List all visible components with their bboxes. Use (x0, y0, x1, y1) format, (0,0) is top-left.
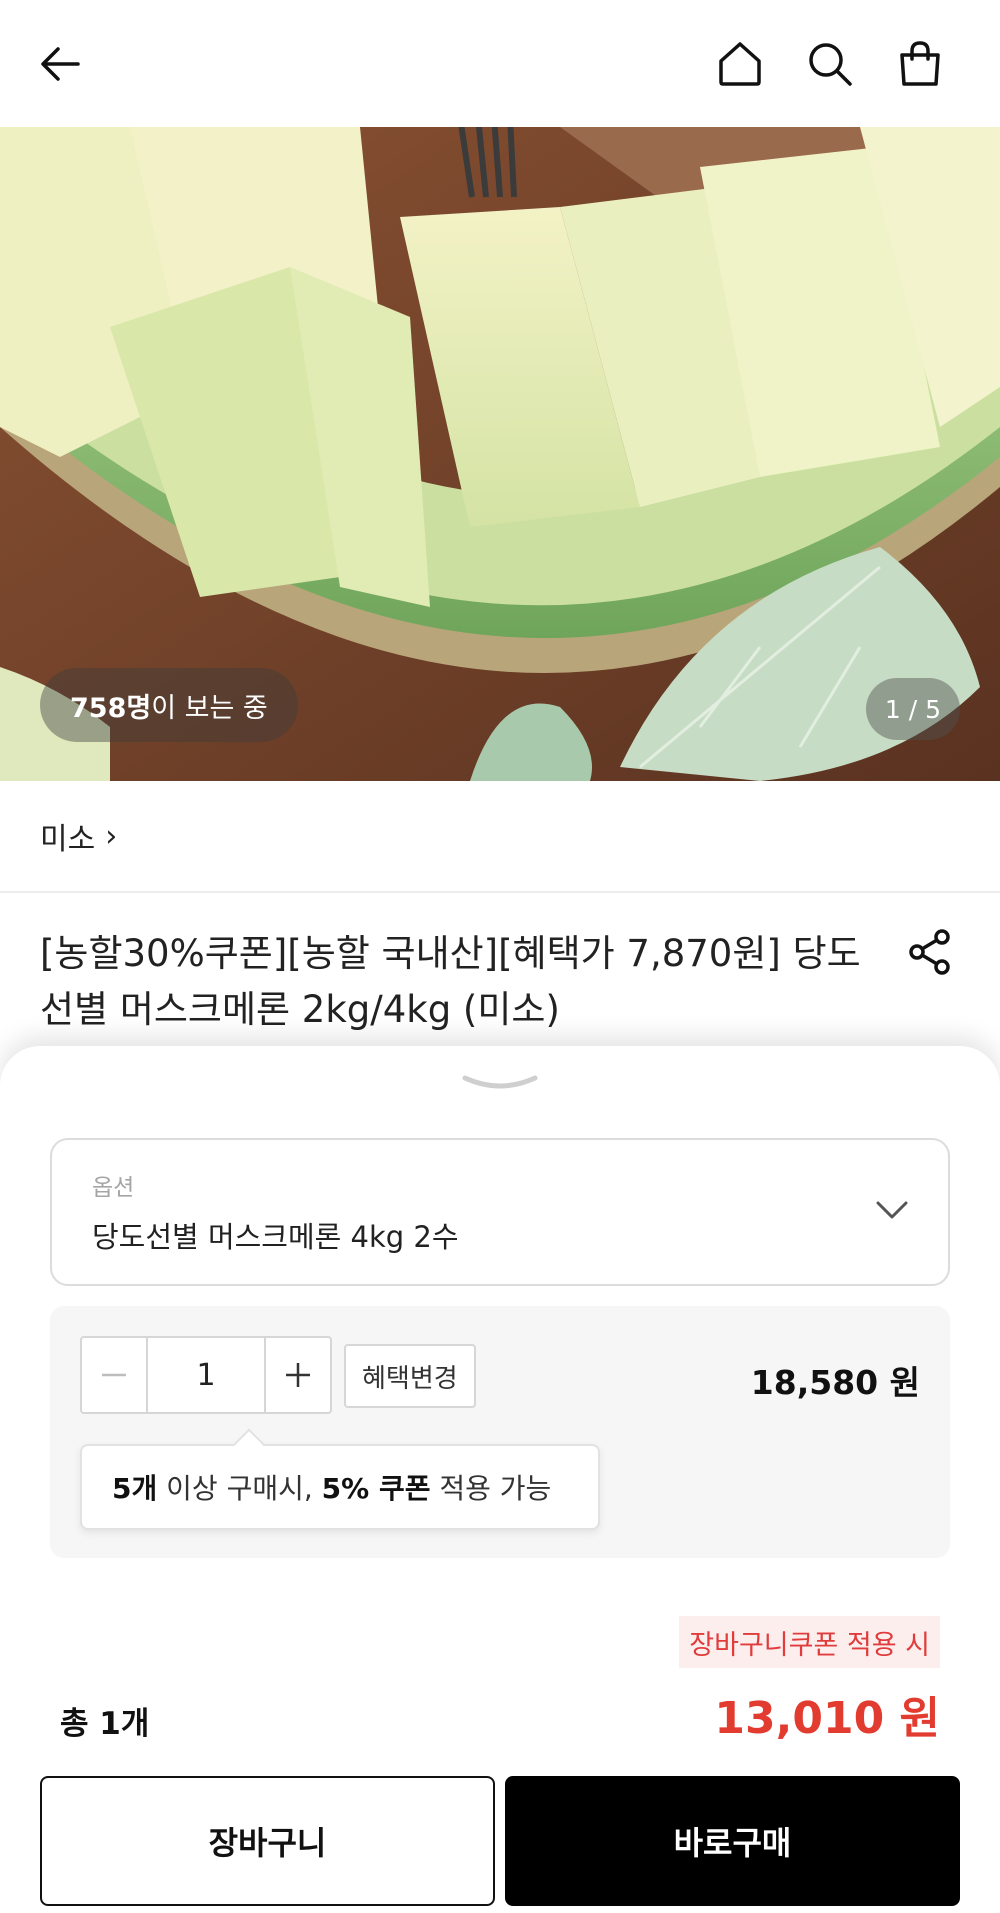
selected-item-panel: 1 혜택변경 18,580 원 5개 이상 구매시, 5% 쿠폰 적용 가능 (50, 1306, 950, 1558)
chevron-down-icon (462, 1075, 538, 1089)
option-label: 옵션 (92, 1175, 135, 1201)
minus-icon (102, 1373, 126, 1377)
total-quantity: 총 1개 (60, 1706, 150, 1742)
quantity-stepper: 1 (80, 1336, 332, 1414)
top-navigation-bar (0, 0, 1000, 127)
chevron-right-icon: › (105, 818, 118, 854)
brand-name: 미소 (40, 822, 96, 857)
sheet-collapse-handle[interactable] (457, 1066, 543, 1106)
home-icon (719, 42, 761, 86)
plus-icon (286, 1363, 310, 1387)
viewer-count-suffix: 이 보는 중 (151, 692, 268, 724)
share-button[interactable] (898, 920, 962, 984)
increase-quantity-button[interactable] (264, 1338, 330, 1412)
bulk-coupon-tooltip: 5개 이상 구매시, 5% 쿠폰 적용 가능 (80, 1428, 600, 1530)
tooltip-text-2: 적용 가능 (430, 1472, 552, 1505)
home-button[interactable] (708, 32, 772, 96)
arrow-left-icon (41, 47, 80, 81)
tooltip-text-1: 이상 구매시, (157, 1472, 322, 1505)
change-benefit-button[interactable]: 혜택변경 (344, 1344, 476, 1408)
search-button[interactable] (798, 32, 862, 96)
back-button[interactable] (28, 32, 92, 96)
cart-coupon-badge: 장바구니쿠폰 적용 시 (679, 1616, 940, 1668)
total-price: 13,010 원 (714, 1693, 940, 1744)
option-selected-value: 당도선별 머스크메론 4kg 2수 (92, 1220, 459, 1254)
purchase-bottom-sheet: 옵션 당도선별 머스크메론 4kg 2수 1 혜택변경 18,580 원 5개 … (0, 1046, 1000, 1913)
product-title: [농할30%쿠폰][농할 국내산][혜택가 7,870원] 당도선별 머스크메론… (40, 932, 861, 1031)
decrease-quantity-button[interactable] (82, 1338, 148, 1412)
item-price: 18,580 원 (750, 1363, 920, 1402)
tooltip-arrow (233, 1428, 265, 1460)
option-select[interactable]: 옵션 당도선별 머스크메론 4kg 2수 (50, 1138, 950, 1286)
share-icon (909, 929, 950, 975)
add-to-cart-button[interactable]: 장바구니 (40, 1776, 495, 1906)
buy-now-button[interactable]: 바로구매 (505, 1776, 960, 1906)
action-buttons: 장바구니 바로구매 (40, 1776, 960, 1906)
shopping-bag-icon (900, 41, 940, 86)
brand-link[interactable]: 미소 › (0, 781, 1000, 893)
cart-button[interactable] (888, 32, 952, 96)
product-image-carousel[interactable]: 758명 이 보는 중 1 / 5 (0, 127, 1000, 781)
image-page-indicator: 1 / 5 (866, 678, 960, 740)
tooltip-min-qty: 5개 (112, 1472, 158, 1505)
quantity-value[interactable]: 1 (148, 1338, 264, 1412)
viewer-count-badge: 758명 이 보는 중 (40, 668, 298, 742)
search-icon (809, 43, 852, 86)
viewer-count: 758명 (70, 692, 152, 724)
chevron-down-icon (876, 1201, 908, 1219)
tooltip-coupon: 5% 쿠폰 (321, 1472, 431, 1505)
